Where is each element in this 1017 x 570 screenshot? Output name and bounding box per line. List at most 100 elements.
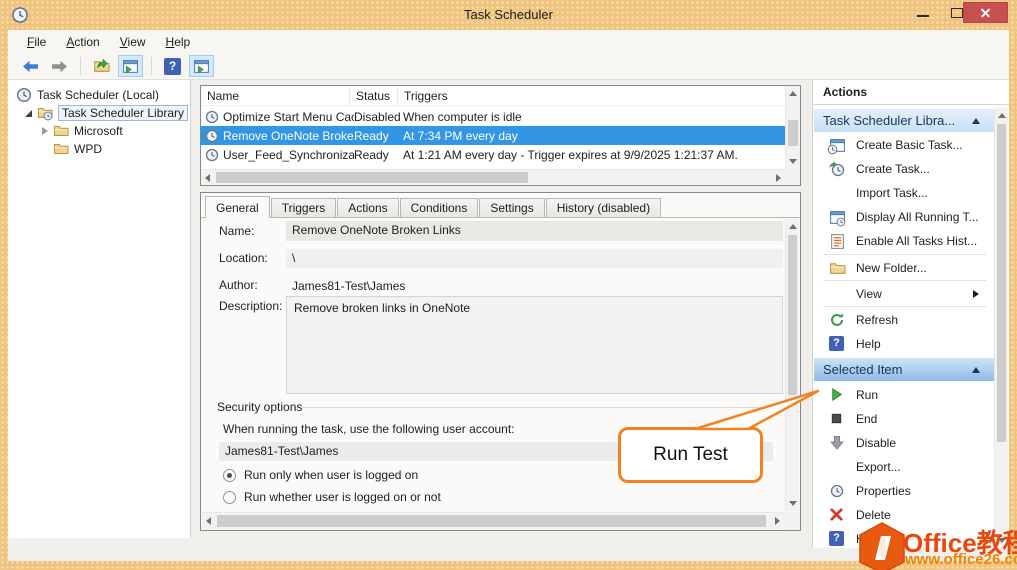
tab-settings[interactable]: Settings <box>479 198 544 217</box>
tab-general[interactable]: General <box>205 196 270 218</box>
task-row[interactable]: Optimize Start Menu Cach... Disabled Whe… <box>201 107 785 126</box>
menu-bar: File Action View Help <box>8 30 1009 53</box>
tab-actions[interactable]: Actions <box>337 198 398 217</box>
details-vertical-scrollbar[interactable] <box>785 219 799 511</box>
scroll-down-icon[interactable] <box>789 159 797 164</box>
selected-item-group-header[interactable]: Selected Item <box>814 358 994 381</box>
radio-run-logged-on[interactable]: Run only when user is logged on <box>223 468 418 482</box>
menu-help[interactable]: Help <box>157 33 200 51</box>
scroll-down-icon[interactable] <box>789 501 797 506</box>
minimize-button[interactable] <box>909 2 937 24</box>
tab-triggers[interactable]: Triggers <box>271 198 337 217</box>
menu-view[interactable]: View <box>111 33 155 51</box>
task-location-field[interactable]: \ <box>286 249 783 268</box>
scroll-up-icon[interactable] <box>789 224 797 229</box>
task-name-field[interactable]: Remove OneNote Broken Links <box>286 221 783 241</box>
action-import-task[interactable]: Import Task... <box>814 181 994 205</box>
tab-history[interactable]: History (disabled) <box>546 198 661 217</box>
tree-item-label: Task Scheduler (Local) <box>37 88 159 102</box>
expander-closed-icon[interactable] <box>42 127 48 135</box>
clock-icon <box>205 110 219 124</box>
action-enable-tasks-history[interactable]: Enable All Tasks Hist... <box>814 229 994 253</box>
clock-icon <box>205 129 219 143</box>
office-logo-icon <box>858 522 906 570</box>
tree-item-task-scheduler-local[interactable]: Task Scheduler (Local) <box>8 86 190 104</box>
scrollbar-thumb[interactable] <box>217 515 766 527</box>
details-horizontal-scrollbar[interactable] <box>202 512 784 529</box>
export-list-button[interactable] <box>89 55 114 77</box>
menu-file[interactable]: File <box>18 33 55 51</box>
action-create-task[interactable]: Create Task... <box>814 157 994 181</box>
properties-icon <box>829 483 846 500</box>
action-display-all-running[interactable]: Display All Running T... <box>814 205 994 229</box>
column-header-triggers[interactable]: Triggers <box>398 86 785 105</box>
tree-item-label: Task Scheduler Library <box>58 105 188 121</box>
folder-icon <box>53 141 69 157</box>
collapse-icon[interactable] <box>972 367 980 373</box>
tree-item-microsoft[interactable]: Microsoft <box>8 122 190 140</box>
action-label: Create Basic Task... <box>856 138 963 152</box>
watermark-url[interactable]: www.office26.com <box>905 551 1017 568</box>
action-help[interactable]: ? Help <box>814 332 994 356</box>
scrollbar-thumb[interactable] <box>788 235 797 395</box>
action-pane-toggle-button[interactable] <box>189 55 214 77</box>
expander-open-icon[interactable] <box>25 110 32 117</box>
collapse-icon[interactable] <box>972 118 980 124</box>
scroll-left-icon[interactable] <box>205 174 210 182</box>
task-description-field[interactable]: Remove broken links in OneNote <box>286 296 783 394</box>
scroll-up-icon[interactable] <box>998 113 1006 118</box>
delete-icon <box>829 507 846 524</box>
action-properties[interactable]: Properties <box>814 479 994 503</box>
menu-action[interactable]: Action <box>57 33 108 51</box>
content-area: Task Scheduler (Local) Task Scheduler Li… <box>8 80 1009 561</box>
scroll-right-icon[interactable] <box>775 517 780 525</box>
action-label: Create Task... <box>856 162 930 176</box>
column-header-status[interactable]: Status <box>350 86 398 105</box>
action-new-folder[interactable]: New Folder... <box>814 256 994 280</box>
tree-item-task-scheduler-library[interactable]: Task Scheduler Library <box>8 104 190 122</box>
action-label: Delete <box>856 508 891 522</box>
forward-button[interactable] <box>47 55 72 77</box>
new-folder-icon <box>829 260 846 277</box>
scrollbar-thumb[interactable] <box>216 172 528 183</box>
column-header-name[interactable]: Name <box>201 86 350 105</box>
actions-scrollbar[interactable] <box>994 108 1008 548</box>
close-button[interactable] <box>963 2 1008 23</box>
details-tabstrip: General Triggers Actions Conditions Sett… <box>201 195 800 218</box>
scroll-up-icon[interactable] <box>789 91 797 96</box>
action-run[interactable]: Run <box>814 383 994 407</box>
action-disable[interactable]: Disable <box>814 431 994 455</box>
task-name: User_Feed_Synchronizatio... <box>223 148 354 162</box>
radio-run-not-logged-on[interactable]: Run whether user is logged on or not <box>223 490 441 504</box>
scroll-left-icon[interactable] <box>206 517 211 525</box>
action-label: Run <box>856 388 878 402</box>
help-button[interactable]: ? <box>160 55 185 77</box>
group-header-label: Task Scheduler Libra... <box>823 113 955 128</box>
task-list-vertical-scrollbar[interactable] <box>785 86 800 169</box>
radio-selected-icon[interactable] <box>223 469 236 482</box>
action-end[interactable]: End <box>814 407 994 431</box>
console-tree-panel: Task Scheduler (Local) Task Scheduler Li… <box>8 80 191 538</box>
tree-item-wpd[interactable]: WPD <box>8 140 190 158</box>
task-list: Name Status Triggers Optimize Start Menu… <box>200 85 801 186</box>
task-list-horizontal-scrollbar[interactable] <box>201 169 785 185</box>
action-pane-icon <box>193 58 210 75</box>
scrollbar-thumb[interactable] <box>997 124 1006 442</box>
task-row-selected[interactable]: Remove OneNote Broken ... Ready At 7:34 … <box>201 126 785 145</box>
action-refresh[interactable]: Refresh <box>814 308 994 332</box>
scroll-right-icon[interactable] <box>776 174 781 182</box>
console-tree-toggle-button[interactable] <box>118 55 143 77</box>
clock-icon <box>16 87 32 103</box>
tab-conditions[interactable]: Conditions <box>400 198 479 217</box>
scrollbar-thumb[interactable] <box>788 120 798 146</box>
action-create-basic-task[interactable]: Create Basic Task... <box>814 133 994 157</box>
task-row[interactable]: User_Feed_Synchronizatio... Ready At 1:2… <box>201 145 785 164</box>
action-view[interactable]: View <box>814 282 994 306</box>
task-name: Remove OneNote Broken ... <box>223 129 354 143</box>
action-label: Refresh <box>856 313 898 327</box>
radio-unselected-icon[interactable] <box>223 491 236 504</box>
back-button[interactable] <box>18 55 43 77</box>
library-group-header[interactable]: Task Scheduler Libra... <box>814 109 994 132</box>
action-export[interactable]: Export... <box>814 455 994 479</box>
console-tree-icon <box>122 58 139 75</box>
